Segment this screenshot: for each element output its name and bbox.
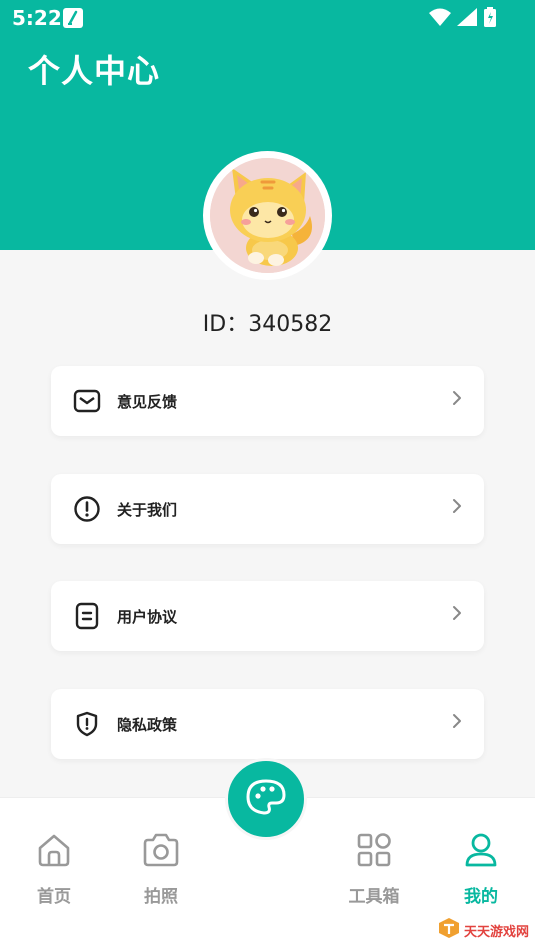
tab-label: 拍照 bbox=[144, 887, 178, 907]
watermark-text: 天天游戏网 bbox=[463, 924, 529, 940]
menu-item-user-agreement[interactable]: 用户协议 bbox=[51, 581, 484, 651]
tab-home[interactable]: 首页 bbox=[14, 832, 94, 907]
page-title: 个人中心 bbox=[28, 52, 161, 90]
chevron-right-icon bbox=[452, 390, 462, 410]
grid-icon bbox=[334, 832, 414, 872]
watermark: 天天游戏网 bbox=[438, 917, 529, 943]
chevron-right-icon bbox=[452, 713, 462, 733]
menu-item-feedback[interactable]: 意见反馈 bbox=[51, 366, 484, 436]
status-time: 5:22 bbox=[12, 6, 62, 30]
document-icon bbox=[73, 602, 101, 630]
chevron-right-icon bbox=[452, 605, 462, 625]
tab-label: 首页 bbox=[37, 887, 71, 907]
status-bar: 5:22 bbox=[0, 0, 535, 36]
tab-camera[interactable]: 拍照 bbox=[121, 832, 201, 907]
battery-icon bbox=[483, 7, 497, 31]
menu-item-about[interactable]: 关于我们 bbox=[51, 474, 484, 544]
avatar-image bbox=[210, 158, 325, 273]
info-icon bbox=[73, 495, 101, 523]
chevron-right-icon bbox=[452, 498, 462, 518]
user-id: ID：340582 bbox=[202, 312, 333, 337]
avatar[interactable] bbox=[203, 151, 332, 280]
palette-icon bbox=[245, 778, 287, 820]
watermark-logo-icon bbox=[438, 917, 460, 943]
menu-item-label: 意见反馈 bbox=[117, 392, 178, 411]
tab-label: 工具箱 bbox=[348, 887, 400, 907]
tab-label: 我的 bbox=[464, 887, 498, 907]
tab-mine[interactable]: 我的 bbox=[441, 832, 521, 907]
mail-icon bbox=[73, 387, 101, 415]
shield-icon bbox=[73, 710, 101, 738]
user-icon bbox=[441, 832, 521, 872]
wifi-icon bbox=[429, 8, 451, 30]
menu-item-label: 关于我们 bbox=[117, 500, 178, 519]
center-palette-button[interactable] bbox=[225, 758, 307, 840]
edit-notification-icon bbox=[62, 7, 84, 33]
home-icon bbox=[14, 832, 94, 872]
camera-icon bbox=[121, 832, 201, 872]
menu-item-label: 用户协议 bbox=[117, 607, 178, 626]
menu-item-label: 隐私政策 bbox=[117, 715, 178, 734]
menu-item-privacy-policy[interactable]: 隐私政策 bbox=[51, 689, 484, 759]
tab-toolbox[interactable]: 工具箱 bbox=[334, 832, 414, 907]
signal-icon bbox=[457, 8, 477, 30]
